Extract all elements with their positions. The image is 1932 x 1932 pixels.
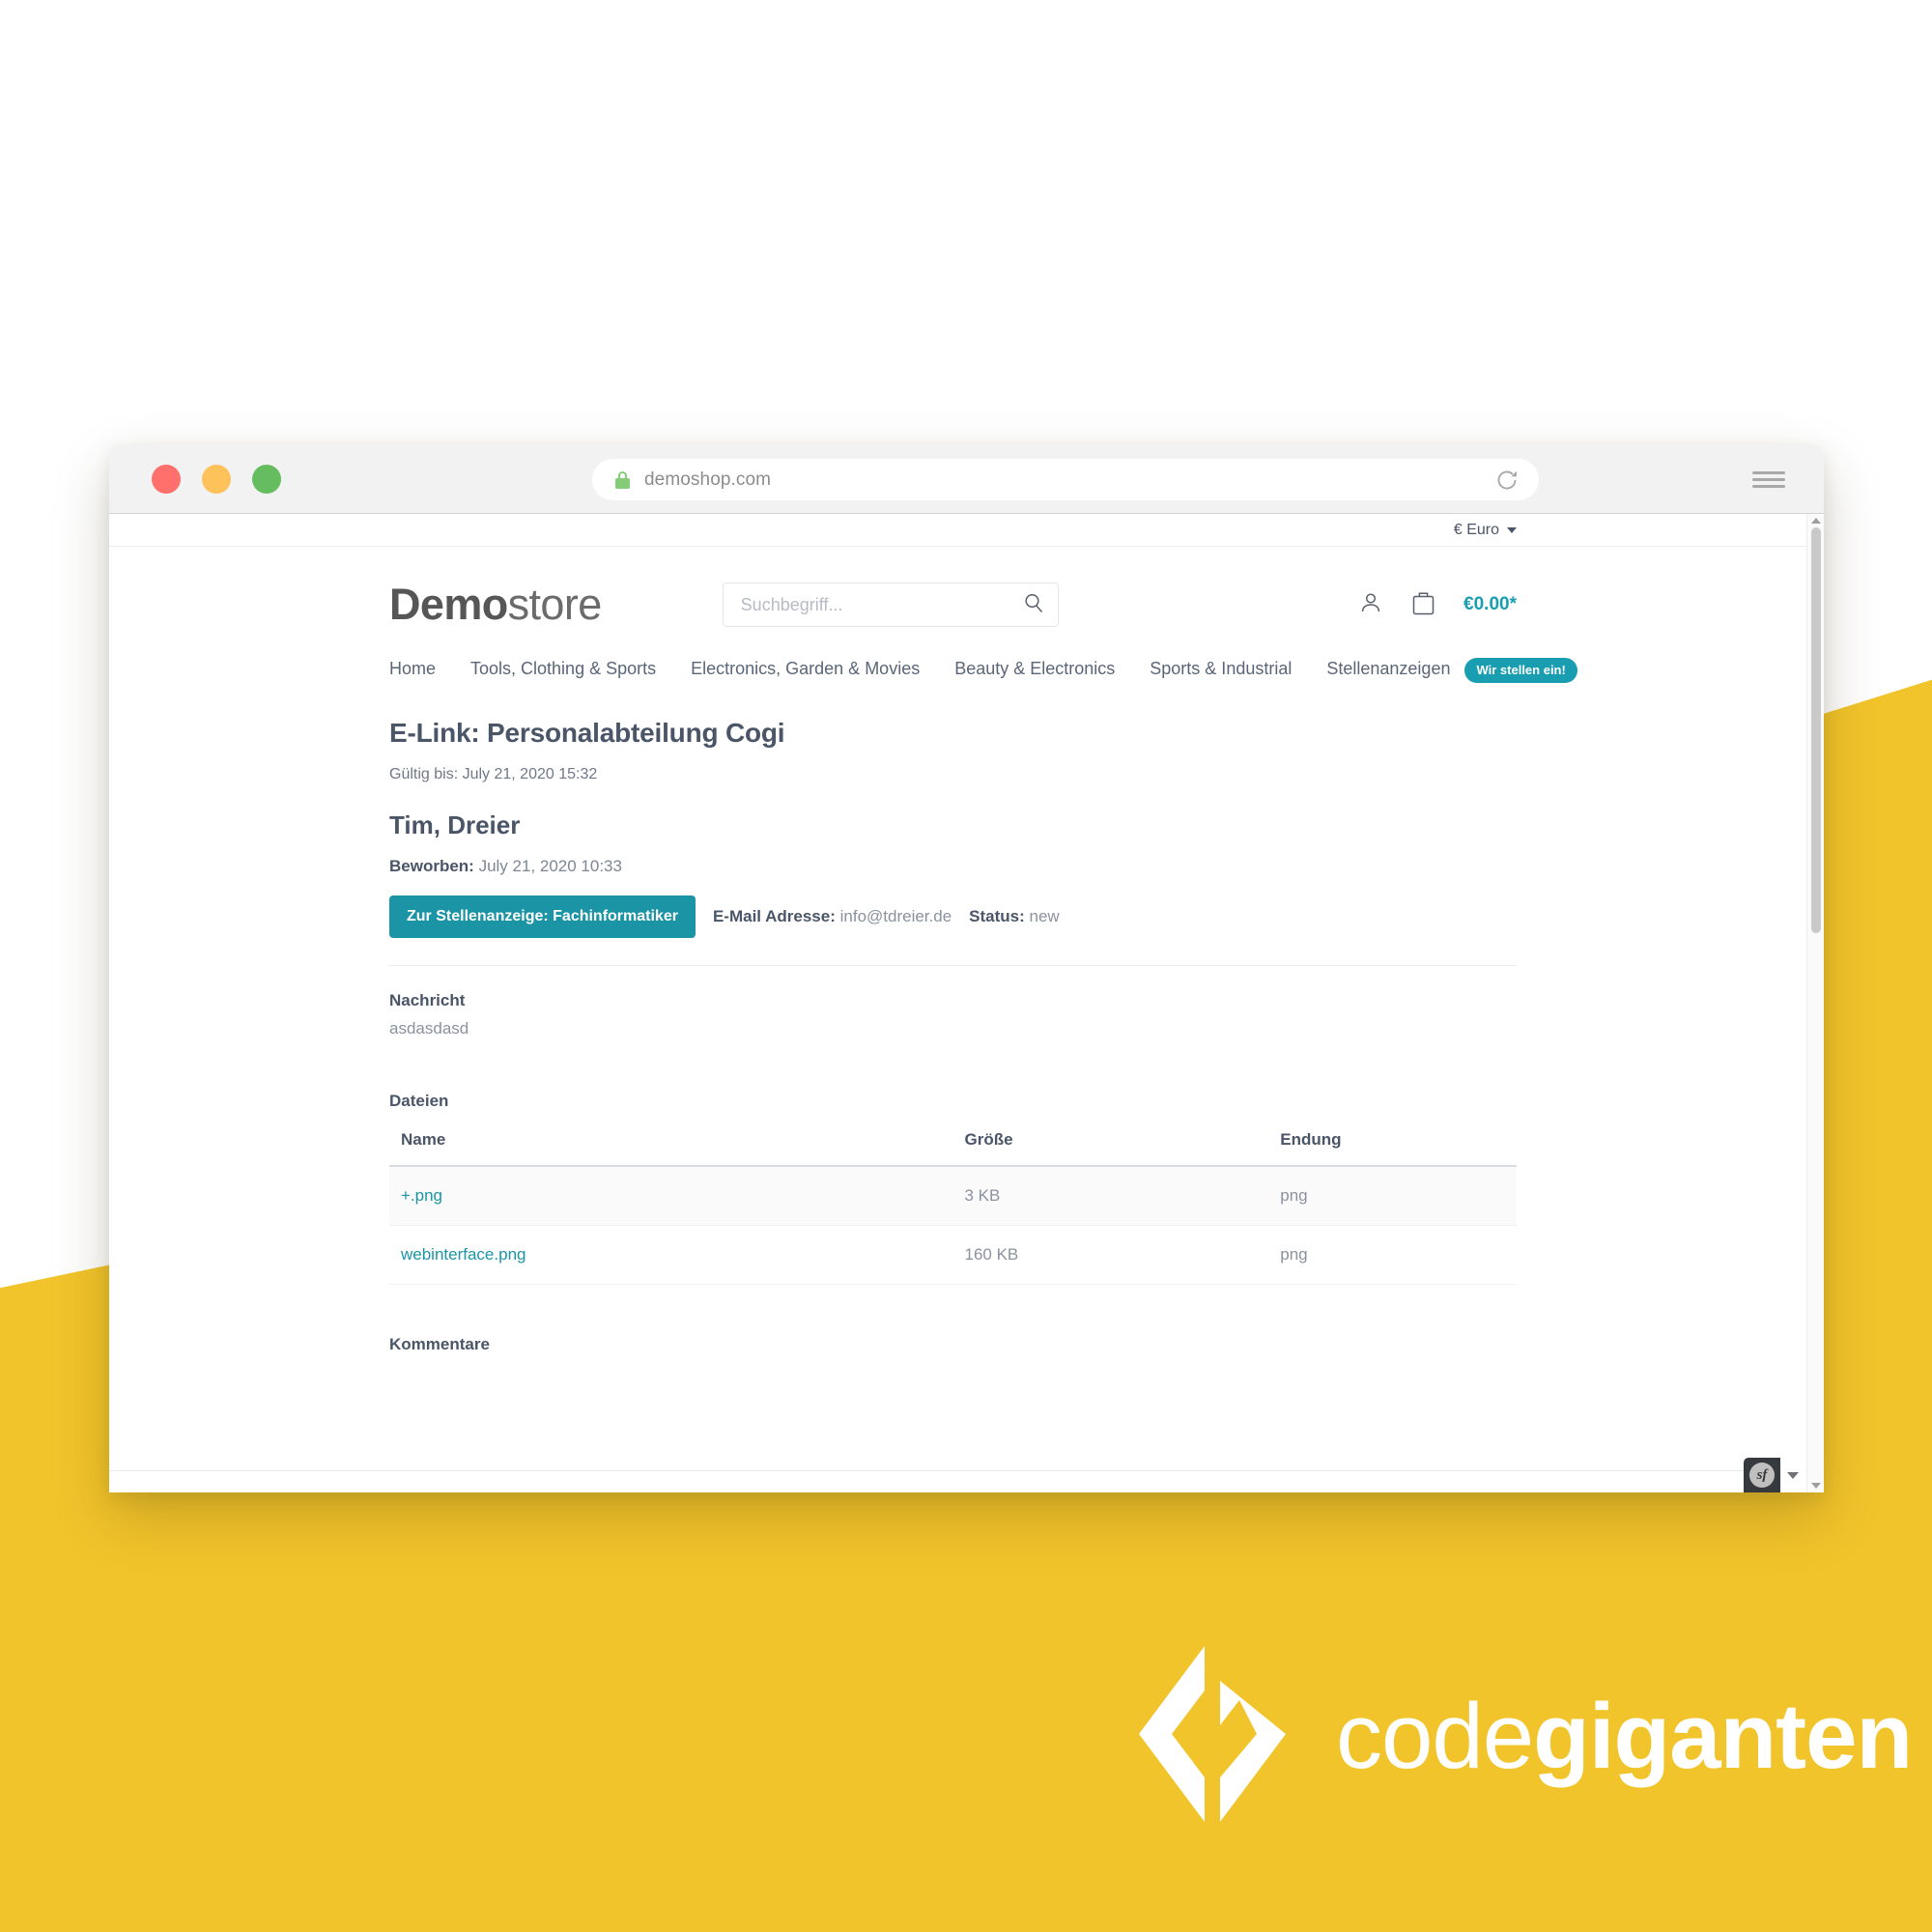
files-header-ext: Endung	[1268, 1130, 1517, 1167]
scroll-up-arrow-icon[interactable]	[1811, 518, 1821, 524]
content-divider	[389, 965, 1517, 966]
lock-icon	[615, 470, 630, 489]
files-table: Name Größe Endung +.png 3 KB png webinte…	[389, 1130, 1517, 1285]
files-section-label: Dateien	[389, 1092, 449, 1110]
maximize-window-button[interactable]	[252, 464, 281, 494]
page-footer: Service-Hotline Unterstützung und Beratu…	[109, 1471, 1806, 1492]
search-icon[interactable]	[1023, 592, 1044, 618]
nav-item-stellenanzeigen-label: Stellenanzeigen	[1326, 659, 1451, 678]
window-controls	[152, 464, 281, 494]
status-label: Status:	[969, 907, 1025, 925]
shopping-bag-icon[interactable]	[1410, 589, 1436, 621]
shop-logo[interactable]: Demostore	[389, 580, 602, 630]
applicant-name: Tim, Dreier	[389, 810, 521, 839]
hiring-badge: Wir stellen ein!	[1464, 658, 1577, 683]
cart-total[interactable]: €0.00*	[1463, 594, 1517, 615]
address-bar[interactable]: demoshop.com	[592, 459, 1539, 500]
close-window-button[interactable]	[152, 464, 181, 494]
file-size: 3 KB	[952, 1166, 1269, 1226]
status-badge: Status: new	[969, 907, 1060, 926]
currency-label: € Euro	[1453, 521, 1499, 538]
nav-item-tools-clothing-sports[interactable]: Tools, Clothing & Sports	[470, 659, 656, 679]
page-title: E-Link: Personalabteilung Cogi	[389, 718, 785, 748]
shop-header: Demostore Suchbegriff... €0.00*	[109, 547, 1806, 639]
comments-section-label: Kommentare	[389, 1335, 490, 1353]
nav-item-beauty-electronics[interactable]: Beauty & Electronics	[954, 659, 1115, 679]
header-actions: €0.00*	[1358, 589, 1517, 621]
applied-value: July 21, 2020 10:33	[478, 857, 622, 875]
shop-topbar: € Euro	[109, 514, 1806, 547]
files-table-header-row: Name Größe Endung	[389, 1130, 1517, 1167]
email-value: info@tdreier.de	[839, 907, 952, 925]
minimize-window-button[interactable]	[202, 464, 231, 494]
email-field: E-Mail Adresse: info@tdreier.de	[713, 907, 952, 926]
message-text: asdasdasd	[389, 1019, 469, 1037]
brand-word-bold: giganten	[1533, 1684, 1913, 1788]
chevron-down-icon	[1507, 526, 1517, 533]
symfony-logo-icon[interactable]: sf	[1749, 1463, 1775, 1488]
nav-item-electronics-garden-movies[interactable]: Electronics, Garden & Movies	[691, 659, 920, 679]
shop-page: € Euro Demostore Suchbegriff... €0.00* H…	[109, 514, 1806, 1492]
valid-until-text: Gültig bis: July 21, 2020 15:32	[389, 766, 598, 782]
nav-item-stellenanzeigen[interactable]: Stellenanzeigen Wir stellen ein!	[1326, 658, 1577, 683]
browser-window: demoshop.com € Euro Demostore Suchbegrif…	[109, 444, 1824, 1492]
scrollbar-thumb[interactable]	[1811, 527, 1821, 933]
brand-lockup: codegiganten	[1135, 1642, 1913, 1831]
browser-titlebar: demoshop.com	[109, 444, 1824, 514]
nav-item-home[interactable]: Home	[389, 659, 436, 679]
message-section-label: Nachricht	[389, 991, 466, 1009]
url-text: demoshop.com	[644, 469, 772, 490]
currency-selector[interactable]: € Euro	[1454, 522, 1517, 539]
main-navigation: Home Tools, Clothing & Sports Electronic…	[109, 639, 1806, 700]
codegiganten-logo-icon	[1135, 1642, 1290, 1831]
status-value: new	[1029, 907, 1060, 925]
file-ext: png	[1268, 1225, 1517, 1285]
table-row: +.png 3 KB png	[389, 1166, 1517, 1226]
file-link[interactable]: webinterface.png	[401, 1245, 526, 1264]
file-link[interactable]: +.png	[401, 1186, 442, 1205]
hamburger-menu-icon[interactable]	[1752, 471, 1785, 488]
debug-toolbar-toggle[interactable]	[1780, 1458, 1805, 1492]
logo-bold-part: Demo	[389, 580, 508, 629]
browser-viewport: € Euro Demostore Suchbegriff... €0.00* H…	[109, 514, 1824, 1492]
brand-word-light: code	[1336, 1684, 1534, 1788]
files-header-name: Name	[389, 1130, 953, 1167]
reload-icon[interactable]	[1494, 468, 1520, 493]
files-header-size: Größe	[952, 1130, 1269, 1167]
nav-item-sports-industrial[interactable]: Sports & Industrial	[1150, 659, 1292, 679]
applied-date: Beworben: July 21, 2020 10:33	[389, 857, 1517, 876]
table-row: webinterface.png 160 KB png	[389, 1225, 1517, 1285]
main-content: E-Link: Personalabteilung Cogi Gültig bi…	[109, 700, 1806, 1354]
vertical-scrollbar[interactable]	[1806, 514, 1824, 1492]
page-background: demoshop.com € Euro Demostore Suchbegrif…	[0, 0, 1932, 1932]
file-size: 160 KB	[952, 1225, 1269, 1285]
job-listing-button[interactable]: Zur Stellenanzeige: Fachinformatiker	[389, 895, 696, 938]
user-icon[interactable]	[1358, 590, 1383, 620]
symfony-debug-toolbar[interactable]: sf	[1744, 1458, 1805, 1492]
scroll-down-arrow-icon[interactable]	[1811, 1483, 1821, 1489]
email-label: E-Mail Adresse:	[712, 907, 836, 925]
applied-label: Beworben:	[389, 857, 474, 875]
logo-light-part: store	[507, 580, 603, 629]
file-ext: png	[1268, 1166, 1517, 1226]
search-box[interactable]	[722, 582, 1059, 627]
chevron-down-icon	[1787, 1471, 1799, 1479]
brand-wordmark: codegiganten	[1336, 1684, 1913, 1790]
search-input[interactable]	[740, 594, 1023, 615]
applicant-meta-row: Zur Stellenanzeige: Fachinformatiker E-M…	[389, 895, 1517, 938]
